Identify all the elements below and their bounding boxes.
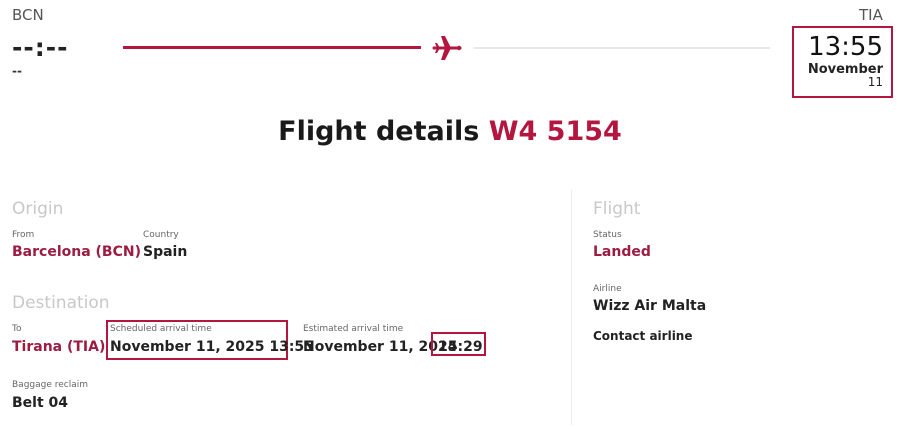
arrival-day: 11 [867, 75, 883, 89]
flight-number: W4 5154 [488, 116, 622, 147]
estimated-arrival-label: Estimated arrival time [303, 324, 404, 334]
from-value: Barcelona (BCN) [12, 244, 141, 260]
to-label: To [12, 324, 22, 334]
origin-code: BCN [12, 6, 44, 24]
departure-date: -- [12, 64, 22, 78]
country-value: Spain [143, 244, 188, 260]
scheduled-arrival-label: Scheduled arrival time [110, 324, 212, 334]
baggage-reclaim-label: Baggage reclaim [12, 380, 89, 390]
origin-section-title: Origin [12, 199, 64, 219]
contact-airline-link[interactable]: Contact airline [593, 329, 693, 343]
progress-line-completed [123, 46, 421, 49]
status-value: Landed [593, 244, 651, 260]
page-title: Flight details W4 5154 [0, 116, 900, 147]
page-title-text: Flight details [278, 116, 480, 147]
country-label: Country [143, 230, 179, 240]
from-label: From [12, 230, 35, 240]
destination-section-title: Destination [12, 293, 110, 313]
airline-value: Wizz Air Malta [593, 298, 707, 314]
destination-code: TIA [859, 6, 883, 24]
arrival-time-highlight: 13:55 November 11 [792, 26, 893, 98]
column-divider [571, 190, 572, 425]
estimated-arrival-time: 14:29 [438, 339, 483, 355]
baggage-reclaim-value: Belt 04 [12, 395, 69, 411]
flight-section-title: Flight [593, 199, 641, 219]
progress-line-remaining [474, 47, 770, 49]
status-label: Status [593, 230, 622, 240]
arrival-time: 13:55 [808, 32, 883, 62]
departure-time: --:-- [12, 33, 69, 62]
airline-label: Airline [593, 284, 622, 294]
to-value: Tirana (TIA) [12, 339, 106, 355]
scheduled-arrival-value: November 11, 2025 13:55 [110, 339, 314, 355]
airplane-icon [432, 34, 462, 62]
